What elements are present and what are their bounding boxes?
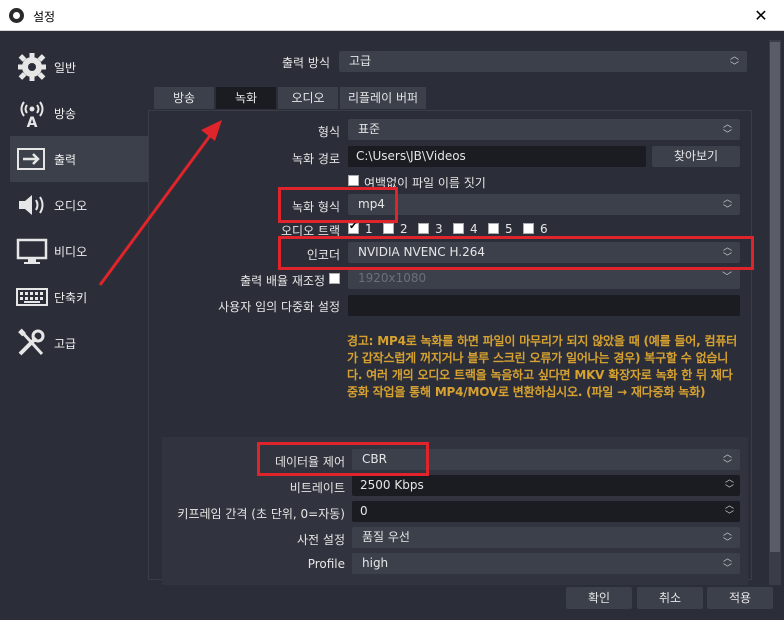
window-titlebar: 설정 ✕ <box>0 0 784 31</box>
chevron-updown-icon: ︿ ﹀ <box>722 120 732 140</box>
sidebar-item-audio[interactable]: 오디오 <box>10 182 148 228</box>
chevron-updown-icon: ︿ ﹀ <box>722 554 732 574</box>
obs-logo-icon <box>9 8 24 23</box>
highlight-format <box>278 187 398 223</box>
type-label: 형식 <box>317 125 340 139</box>
rescale-select[interactable]: 1920x1080 ﹀ <box>348 268 740 289</box>
track-6-checkbox[interactable] <box>523 223 534 234</box>
ok-button[interactable]: 확인 <box>566 587 632 609</box>
chevron-down-icon: ﹀ <box>722 272 732 283</box>
track-3-checkbox[interactable] <box>418 223 429 234</box>
track-1-checkbox[interactable] <box>348 221 359 234</box>
scrollbar-thumb[interactable] <box>770 42 780 552</box>
track-5-label: 5 <box>505 222 513 236</box>
sidebar-item-label: 비디오 <box>54 245 88 259</box>
profile-select[interactable]: high ︿ ﹀ <box>352 553 740 574</box>
track-4-label: 4 <box>470 222 478 236</box>
monitor-icon <box>16 238 48 264</box>
sidebar-item-label: 오디오 <box>54 199 88 213</box>
settings-scrollbar[interactable] <box>769 40 781 585</box>
sidebar-item-video[interactable]: 비디오 <box>10 228 148 274</box>
no-space-checkbox[interactable] <box>348 175 359 186</box>
chevron-updown-icon: ︿ ﹀ <box>729 52 739 72</box>
output-mode-label: 출력 방식 <box>282 56 330 70</box>
rescale-checkbox[interactable] <box>329 273 340 284</box>
chevron-updown-icon: ︿ ﹀ <box>722 528 732 548</box>
sidebar-item-label: 방송 <box>54 107 77 121</box>
tab-stream[interactable]: 방송 <box>154 87 214 109</box>
cancel-button[interactable]: 취소 <box>637 587 703 609</box>
chevron-updown-icon: ︿ ﹀ <box>722 195 732 215</box>
spinner-icon[interactable]: ︿ ﹀ <box>725 475 734 495</box>
sidebar-item-output[interactable]: 출력 <box>10 136 148 182</box>
type-select[interactable]: 표준 ︿ ﹀ <box>348 119 740 140</box>
track-4-checkbox[interactable] <box>453 223 464 234</box>
gear-icon <box>18 53 46 81</box>
svg-text:A: A <box>27 115 38 128</box>
track-5-checkbox[interactable] <box>488 223 499 234</box>
tools-icon <box>18 328 45 356</box>
preset-label: 사전 설정 <box>297 533 345 547</box>
mp4-warning-text: 경고: MP4로 녹화를 하면 파일이 마무리가 되지 않았을 때 (예를 들어… <box>347 334 738 399</box>
sidebar-item-label: 출력 <box>54 153 77 167</box>
spinner-icon[interactable]: ︿ ﹀ <box>725 501 734 521</box>
path-label: 녹화 경로 <box>292 152 340 166</box>
bitrate-label: 비트레이트 <box>289 481 345 495</box>
tab-audio[interactable]: 오디오 <box>278 87 338 109</box>
speaker-icon <box>19 195 44 215</box>
track-3-label: 3 <box>435 222 443 236</box>
bitrate-field[interactable]: 2500 Kbps ︿ ﹀ <box>352 475 740 496</box>
sidebar-item-label: 단축키 <box>54 291 88 305</box>
sidebar-item-label: 일반 <box>54 61 77 75</box>
format-select[interactable]: mp4 ︿ ﹀ <box>348 194 740 215</box>
track-6-label: 6 <box>540 222 548 236</box>
tab-replay-buffer[interactable]: 리플레이 버퍼 <box>340 87 426 109</box>
track-1-label: 1 <box>365 222 373 236</box>
track-2-label: 2 <box>400 222 408 236</box>
browse-button[interactable]: 찾아보기 <box>652 146 740 167</box>
apply-button[interactable]: 적용 <box>707 587 773 609</box>
muxer-field[interactable] <box>348 295 740 316</box>
window-title: 설정 <box>33 10 56 24</box>
keyboard-icon <box>16 288 48 306</box>
sidebar-item-hotkeys[interactable]: 단축키 <box>10 274 148 320</box>
path-field[interactable]: C:\Users\JB\Videos <box>348 146 646 167</box>
profile-label: Profile <box>307 557 345 571</box>
tab-recording[interactable]: 녹화 <box>216 87 276 109</box>
sidebar-item-label: 고급 <box>54 337 77 351</box>
muxer-label: 사용자 임의 다중화 설정 <box>218 300 340 314</box>
highlight-encoder <box>278 236 754 270</box>
highlight-rate-control <box>257 442 429 476</box>
keyframe-field[interactable]: 0 ︿ ﹀ <box>352 501 740 522</box>
keyframe-label: 키프레임 간격 (초 단위, 0=자동) <box>177 507 345 521</box>
chevron-updown-icon: ︿ ﹀ <box>722 450 732 470</box>
sidebar-item-stream[interactable]: A 방송 <box>10 90 148 136</box>
sidebar-item-general[interactable]: 일반 <box>10 44 148 90</box>
output-icon <box>17 148 45 170</box>
preset-select[interactable]: 품질 우선 ︿ ﹀ <box>352 527 740 548</box>
rescale-label: 출력 배율 재조정 <box>240 274 325 288</box>
output-mode-select[interactable]: 고급 ︿ ﹀ <box>339 51 747 72</box>
track-2-checkbox[interactable] <box>383 223 394 234</box>
close-icon[interactable]: ✕ <box>738 0 784 31</box>
sidebar-item-advanced[interactable]: 고급 <box>10 320 148 366</box>
broadcast-icon: A <box>20 101 44 128</box>
